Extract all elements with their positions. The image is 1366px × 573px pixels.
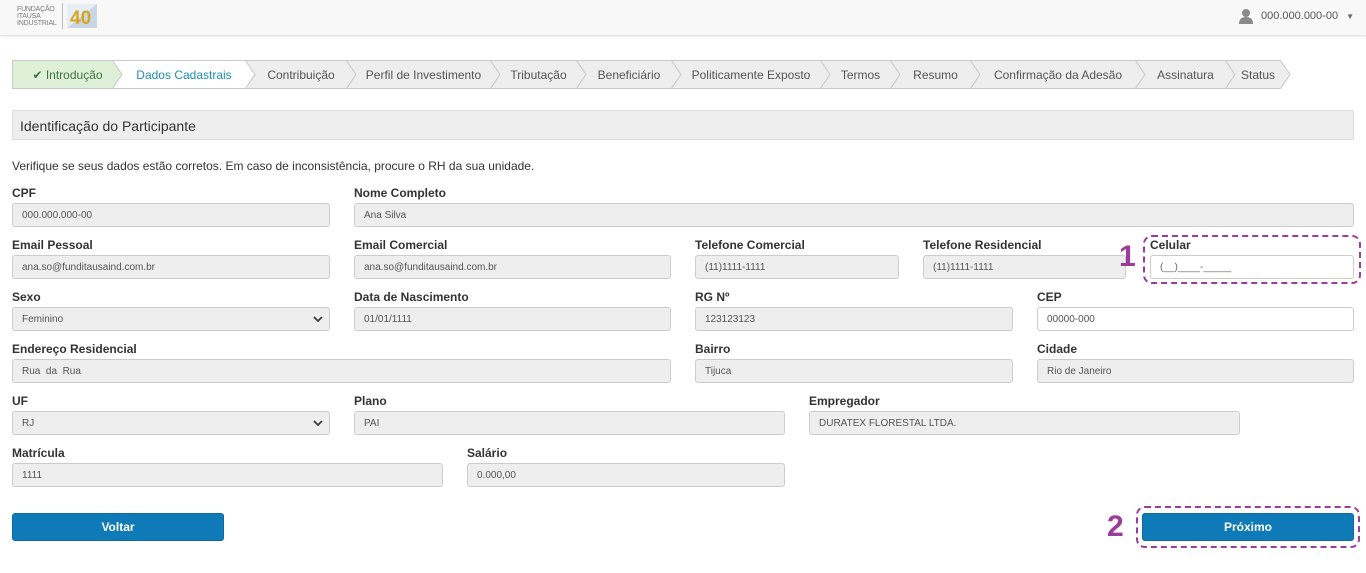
salario-label: Salário — [467, 446, 508, 460]
nascimento-group: Data de Nascimento 01/01/1111 — [354, 290, 671, 331]
salario-field[interactable]: 0.000,00 — [467, 463, 785, 487]
step-beneficiario[interactable]: Beneficiário — [576, 60, 682, 89]
email-comercial-field[interactable]: ana.so@funditausaind.com.br — [354, 255, 671, 279]
step-termos[interactable]: Termos — [820, 60, 901, 89]
logo[interactable]: FUNDAÇÃO ITAÚSA INDUSTRIAL 40 — [17, 2, 98, 30]
endereco-label: Endereço Residencial — [12, 342, 137, 356]
chevron-down-icon — [313, 316, 323, 323]
step-contribuicao[interactable]: Contribuição — [245, 60, 357, 89]
logo-badge: 40 — [66, 3, 98, 29]
cidade-field[interactable]: Rio de Janeiro — [1037, 359, 1354, 383]
endereco-group: Endereço Residencial Rua da Rua — [12, 342, 671, 383]
step-perfil-investimento[interactable]: Perfil de Investimento — [346, 60, 501, 89]
cep-field[interactable]: 00000-000 — [1037, 307, 1354, 331]
telefone-residencial-field[interactable]: (11)1111-1111 — [923, 255, 1126, 279]
cep-group: CEP 00000-000 — [1037, 290, 1354, 331]
telefone-comercial-label: Telefone Comercial — [695, 238, 805, 252]
bairro-label: Bairro — [695, 342, 731, 356]
step-tributacao[interactable]: Tributação — [490, 60, 587, 89]
nome-group: Nome Completo Ana Silva — [354, 186, 1354, 227]
uf-group: UF RJ — [12, 394, 330, 435]
step-dados-cadastrais[interactable]: Dados Cadastrais — [112, 60, 256, 89]
caret-down-icon: ▼ — [1346, 11, 1354, 21]
section-title: Identificação do Participante — [20, 118, 196, 134]
next-highlight — [1136, 506, 1360, 548]
matricula-group: Matrícula 1111 — [12, 446, 443, 487]
chevron-down-icon — [313, 420, 323, 427]
uf-label: UF — [12, 394, 28, 408]
back-button[interactable]: Voltar — [12, 513, 224, 541]
matricula-field[interactable]: 1111 — [12, 463, 443, 487]
endereco-field[interactable]: Rua da Rua — [12, 359, 671, 383]
nome-label: Nome Completo — [354, 186, 447, 200]
cep-label: CEP — [1037, 290, 1062, 304]
rg-label: RG Nº — [695, 290, 730, 304]
email-comercial-group: Email Comercial ana.so@funditausaind.com… — [354, 238, 671, 279]
salario-group: Salário 0.000,00 — [467, 446, 785, 487]
cidade-group: Cidade Rio de Janeiro — [1037, 342, 1354, 383]
empregador-label: Empregador — [809, 394, 880, 408]
step-introducao[interactable]: ✔ Introdução — [12, 60, 123, 89]
cidade-label: Cidade — [1037, 342, 1078, 356]
instructions-text: Verifique se seus dados estão corretos. … — [12, 159, 535, 173]
telefone-residencial-label: Telefone Residencial — [923, 238, 1042, 252]
step-confirmacao-adesao[interactable]: Confirmação da Adesão — [970, 60, 1146, 89]
email-pessoal-group: Email Pessoal ana.so@funditausaind.com.b… — [12, 238, 330, 279]
rg-group: RG Nº 123123123 — [695, 290, 1013, 331]
user-menu[interactable]: 000.000.000-00 ▼ — [1239, 8, 1354, 24]
email-pessoal-field[interactable]: ana.so@funditausaind.com.br — [12, 255, 330, 279]
step-resumo[interactable]: Resumo — [890, 60, 981, 89]
email-pessoal-label: Email Pessoal — [12, 238, 93, 252]
annotation-number-1: 1 — [1119, 240, 1136, 273]
sexo-select[interactable]: Feminino — [12, 307, 330, 331]
sexo-group: Sexo Feminino — [12, 290, 330, 331]
nascimento-label: Data de Nascimento — [354, 290, 469, 304]
rg-field[interactable]: 123123123 — [695, 307, 1013, 331]
uf-select[interactable]: RJ — [12, 411, 330, 435]
step-assinatura[interactable]: Assinatura — [1135, 60, 1236, 89]
empregador-field[interactable]: DURATEX FLORESTAL LTDA. — [809, 411, 1240, 435]
step-politicamente-exposto[interactable]: Politicamente Exposto — [671, 60, 831, 89]
plano-group: Plano PAI — [354, 394, 785, 435]
top-navbar: FUNDAÇÃO ITAÚSA INDUSTRIAL 40 000.000.00… — [0, 0, 1366, 36]
step-status[interactable]: Status — [1225, 60, 1291, 89]
plano-field[interactable]: PAI — [354, 411, 785, 435]
cpf-group: CPF 000.000.000-00 — [12, 186, 330, 227]
user-name: 000.000.000-00 — [1261, 10, 1339, 22]
check-icon: ✔ — [32, 67, 43, 82]
logo-text: FUNDAÇÃO ITAÚSA INDUSTRIAL — [17, 5, 57, 27]
cpf-label: CPF — [12, 186, 36, 200]
email-comercial-label: Email Comercial — [354, 238, 448, 252]
user-icon — [1239, 8, 1253, 24]
nome-field[interactable]: Ana Silva — [354, 203, 1354, 227]
empregador-group: Empregador DURATEX FLORESTAL LTDA. — [809, 394, 1240, 435]
telefone-comercial-group: Telefone Comercial (11)1111-1111 — [695, 238, 899, 279]
bairro-group: Bairro Tijuca — [695, 342, 1013, 383]
nascimento-field[interactable]: 01/01/1111 — [354, 307, 671, 331]
plano-label: Plano — [354, 394, 387, 408]
svg-text:40: 40 — [70, 8, 91, 29]
cpf-field[interactable]: 000.000.000-00 — [12, 203, 330, 227]
sexo-label: Sexo — [12, 290, 41, 304]
matricula-label: Matrícula — [12, 446, 65, 460]
annotation-number-2: 2 — [1107, 510, 1124, 543]
celular-highlight — [1143, 235, 1361, 284]
bairro-field[interactable]: Tijuca — [695, 359, 1013, 383]
telefone-comercial-field[interactable]: (11)1111-1111 — [695, 255, 899, 279]
telefone-residencial-group: Telefone Residencial (11)1111-1111 — [923, 238, 1126, 279]
section-header: Identificação do Participante — [12, 110, 1354, 140]
